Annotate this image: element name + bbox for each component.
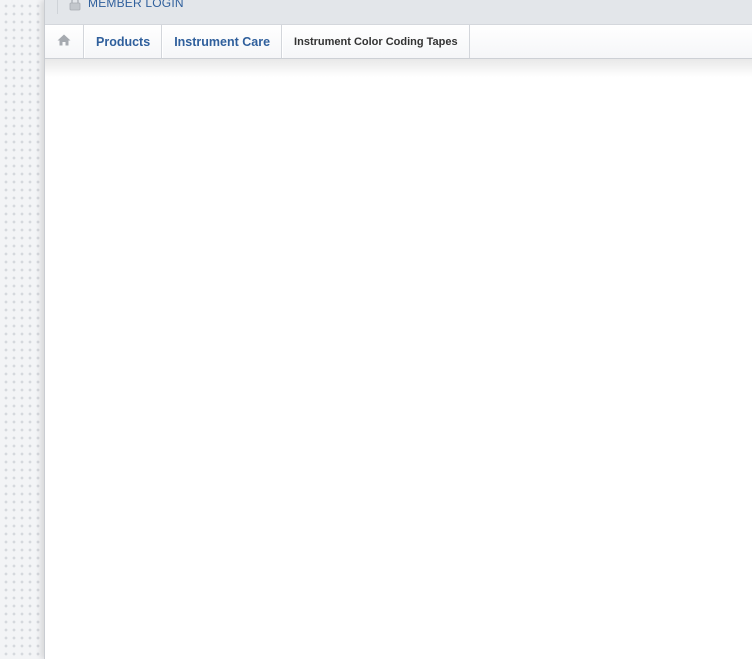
breadcrumb-item-instrument-care[interactable]: Instrument Care xyxy=(162,25,283,58)
breadcrumb-current: Instrument Color Coding Tapes xyxy=(282,25,470,58)
lock-icon xyxy=(69,0,81,11)
dotted-background xyxy=(0,0,44,659)
member-login-area: MEMBER LOGIN xyxy=(57,0,184,14)
breadcrumb-shadow xyxy=(45,59,752,77)
member-login-link[interactable]: MEMBER LOGIN xyxy=(88,0,184,10)
top-bar: MEMBER LOGIN xyxy=(45,0,752,25)
breadcrumb-home[interactable] xyxy=(45,25,84,58)
breadcrumb: Products Instrument Care Instrument Colo… xyxy=(45,25,752,59)
page-container: MEMBER LOGIN Products Instrument Care In… xyxy=(44,0,752,659)
main-content xyxy=(45,60,752,659)
home-icon xyxy=(57,33,71,51)
breadcrumb-item-products[interactable]: Products xyxy=(84,25,163,58)
